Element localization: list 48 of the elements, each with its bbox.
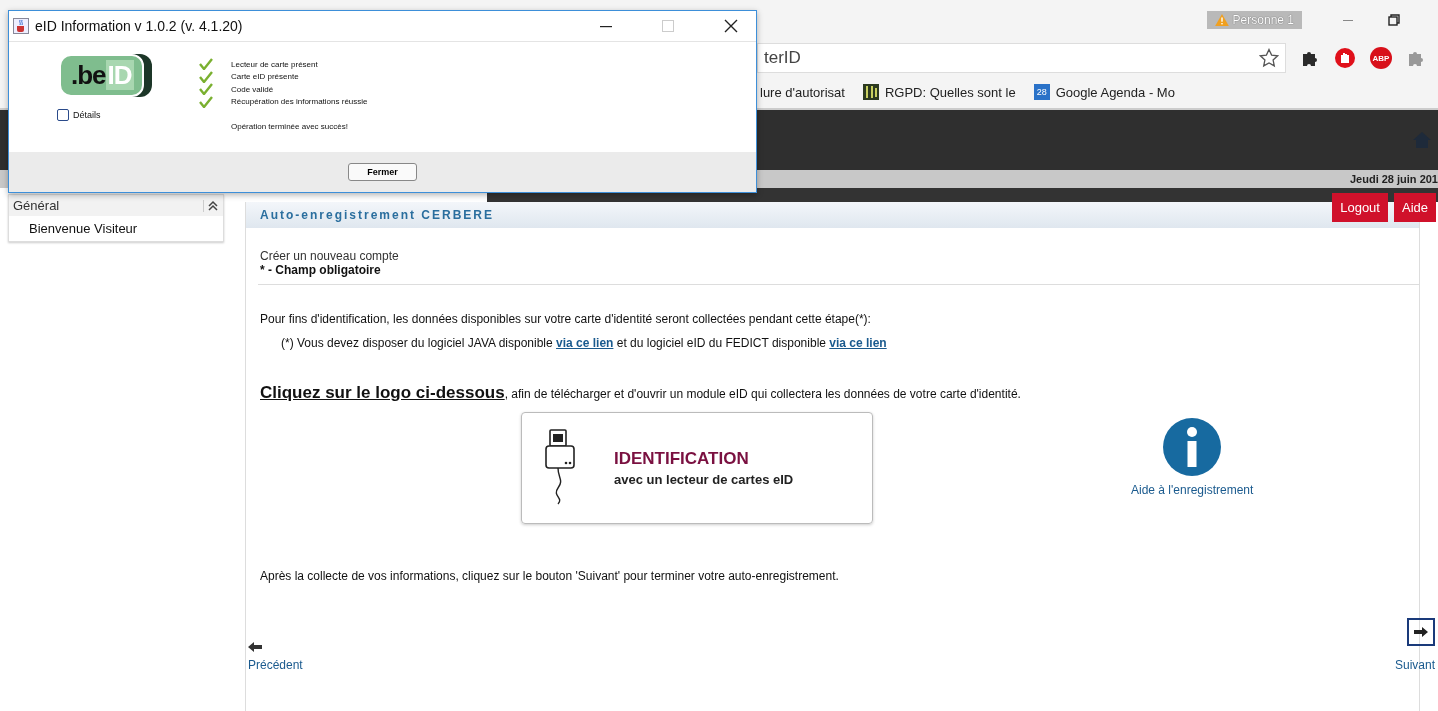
checkbox[interactable] xyxy=(57,109,69,121)
sidebar-header[interactable]: Général xyxy=(9,195,223,216)
restore-icon[interactable] xyxy=(1388,14,1400,26)
cup-icon xyxy=(13,18,29,34)
sidebar-title: Général xyxy=(13,198,60,213)
checkbox-label: Détails xyxy=(73,110,101,120)
dialog-title: eID Information v 1.0.2 (v. 4.1.20) xyxy=(35,18,243,34)
identification-button[interactable]: IDENTIFICATION avec un lecteur de cartes eID xyxy=(521,412,873,524)
right-arrow-icon xyxy=(1414,627,1428,637)
hand-icon[interactable] xyxy=(1334,47,1356,69)
instruction-text: Après la collecte de vos informations, cliquez sur le bouton 'Suivant' pour terminer votre auto-enregistrement. xyxy=(260,569,840,583)
step-text: Code validé xyxy=(231,84,274,94)
step-text: Lecteur de carte présent xyxy=(231,59,318,69)
adblock-icon[interactable]: ABP xyxy=(1370,47,1392,69)
next-link[interactable]: Suivant xyxy=(1394,658,1435,672)
warning-icon xyxy=(1214,14,1229,26)
link[interactable]: via ce lien xyxy=(829,336,887,350)
previous-link[interactable]: Précédent xyxy=(248,658,303,672)
bookmark[interactable]: RGPD: Quelles sont le xyxy=(862,84,1016,100)
maximize-icon xyxy=(662,20,674,32)
address-field[interactable]: terID xyxy=(757,43,1286,73)
collapse-icon[interactable] xyxy=(203,199,219,212)
form-title: Créer un nouveau compte xyxy=(260,249,400,263)
info-icon[interactable] xyxy=(1162,417,1223,477)
link[interactable]: via ce lien xyxy=(556,336,614,350)
next-button[interactable] xyxy=(1407,618,1435,646)
sidebar-item[interactable]: Bienvenue Visiteur xyxy=(9,216,223,241)
note-text: (*) Vous devez disposer du logiciel JAVA disponible via ce lien et du logiciel eID du FEDICT disponible via ce lien xyxy=(281,336,888,350)
header-button[interactable]: Aide xyxy=(1393,193,1436,222)
star-icon[interactable] xyxy=(1259,48,1279,68)
instruction-text: Cliquez sur le logo ci-dessous, afin de télécharger et d'ouvrir un module eID qui collectera les données de votre carte d'identité. xyxy=(260,383,1022,403)
panel-title: Auto-enregistrement CERBERE xyxy=(260,208,495,222)
intro-text: Pour fins d'identification, les données disponibles sur votre carte d'identité seront collectées pendant cette étape(*): xyxy=(260,312,872,326)
help-link[interactable]: Aide à l'enregistrement xyxy=(1131,483,1254,497)
bookmark[interactable]: 28 Google Agenda - Mo xyxy=(1033,84,1175,100)
required-note: * - Champ obligatoire xyxy=(260,263,382,277)
close-icon[interactable] xyxy=(724,19,738,33)
close-button[interactable]: Fermer xyxy=(348,163,417,181)
step-text: Récupération des informations réussie xyxy=(231,97,368,107)
book-icon xyxy=(862,84,879,100)
left-arrow-icon[interactable] xyxy=(248,642,262,652)
bookmark[interactable]: lure d'autorisat xyxy=(760,84,845,100)
status-message: Opération terminée avec succès! xyxy=(231,122,349,131)
link[interactable]: Cliquez sur le logo ci-dessous xyxy=(260,383,505,402)
calendar-icon: 28 xyxy=(1033,84,1050,100)
date-text: Jeudi 28 juin 201 xyxy=(1349,173,1438,185)
header-button[interactable]: Logout xyxy=(1332,193,1388,222)
step-text: Carte eID présente xyxy=(231,72,299,82)
